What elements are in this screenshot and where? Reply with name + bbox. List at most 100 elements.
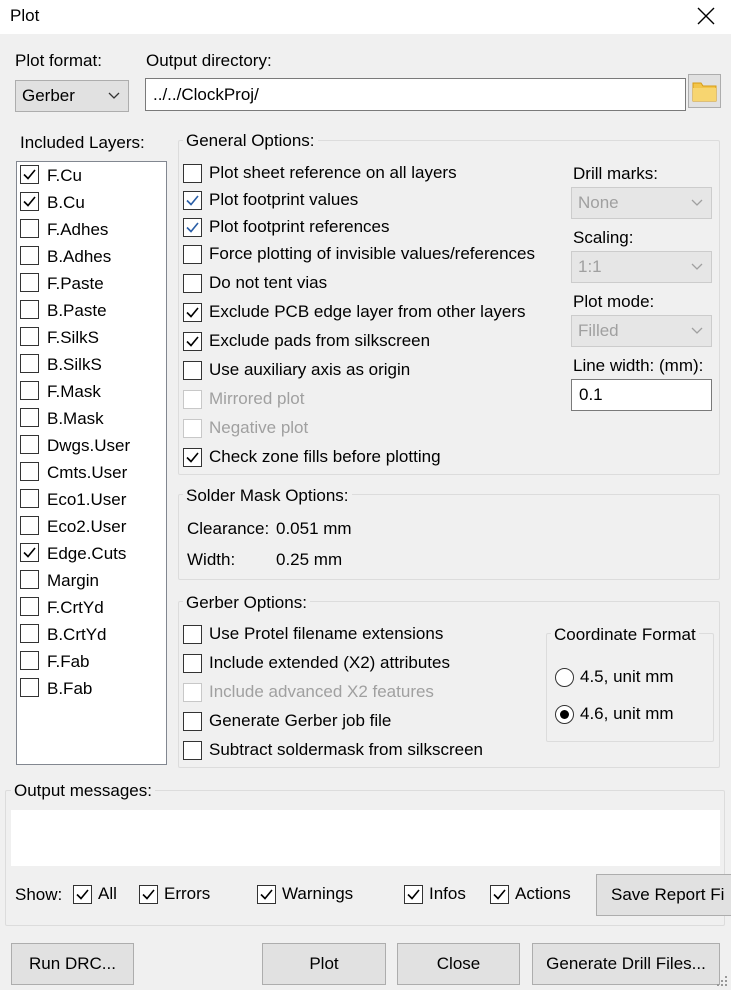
layer-item[interactable]: F.Fab <box>17 648 166 675</box>
option-label: Include extended (X2) attributes <box>209 653 450 672</box>
layer-checkbox[interactable] <box>20 516 39 535</box>
radio-button[interactable] <box>555 668 574 687</box>
run-drc-button[interactable]: Run DRC... <box>11 943 134 985</box>
layer-checkbox[interactable] <box>20 597 39 616</box>
option-checkbox[interactable] <box>183 245 202 264</box>
filter-checkbox[interactable] <box>73 885 92 904</box>
width-value: 0.25 mm <box>276 550 343 569</box>
scaling-value: 1:1 <box>578 257 602 276</box>
layer-label: F.Cu <box>47 166 82 185</box>
layer-item[interactable]: B.Cu <box>17 189 166 216</box>
option-checkbox[interactable] <box>183 164 202 183</box>
plot-format-select[interactable]: Gerber <box>15 80 129 112</box>
coordinate-format-group <box>546 633 714 742</box>
checkmark-icon <box>186 307 199 318</box>
radio-dot <box>560 710 569 719</box>
plot-format-label: Plot format: <box>15 51 102 70</box>
gerber-options-title: Gerber Options: <box>183 593 310 613</box>
option-label: Check zone fills before plotting <box>209 447 441 466</box>
layer-item[interactable]: B.Adhes <box>17 243 166 270</box>
layer-checkbox[interactable] <box>20 462 39 481</box>
line-width-input[interactable] <box>571 379 712 411</box>
layer-checkbox[interactable] <box>20 435 39 454</box>
option-checkbox[interactable] <box>183 448 202 467</box>
layer-checkbox[interactable] <box>20 624 39 643</box>
layer-checkbox[interactable] <box>20 678 39 697</box>
option-label: Exclude pads from silkscreen <box>209 331 431 350</box>
layer-checkbox[interactable] <box>20 246 39 265</box>
layer-item[interactable]: Eco2.User <box>17 513 166 540</box>
layer-checkbox[interactable] <box>20 381 39 400</box>
option-label: Include advanced X2 features <box>209 682 434 701</box>
output-directory-input[interactable] <box>145 78 686 111</box>
option-checkbox[interactable] <box>183 741 202 760</box>
layer-item[interactable]: F.Cu <box>17 162 166 189</box>
filter-label: Errors <box>164 884 211 903</box>
checkmark-icon <box>260 889 273 900</box>
layer-checkbox[interactable] <box>20 300 39 319</box>
chevron-down-icon <box>691 199 703 206</box>
option-label: Subtract soldermask from silkscreen <box>209 740 483 759</box>
close-button[interactable]: Close <box>397 943 520 985</box>
radio-label: 4.5, unit mm <box>580 667 674 686</box>
layer-checkbox[interactable] <box>20 408 39 427</box>
browse-directory-button[interactable] <box>688 74 721 108</box>
layer-checkbox[interactable] <box>20 219 39 238</box>
layer-item[interactable]: F.CrtYd <box>17 594 166 621</box>
generate-drill-files-button[interactable]: Generate Drill Files... <box>532 943 720 985</box>
layer-item[interactable]: F.Paste <box>17 270 166 297</box>
chevron-down-icon <box>691 327 703 334</box>
layer-checkbox[interactable] <box>20 543 39 562</box>
filter-checkbox[interactable] <box>490 885 509 904</box>
layer-checkbox[interactable] <box>20 651 39 670</box>
save-report-button[interactable]: Save Report Fi <box>596 874 731 916</box>
layer-checkbox[interactable] <box>20 327 39 346</box>
option-checkbox[interactable] <box>183 625 202 644</box>
layer-item[interactable]: B.CrtYd <box>17 621 166 648</box>
layer-checkbox[interactable] <box>20 192 39 211</box>
layer-checkbox[interactable] <box>20 354 39 373</box>
coordinate-format-title: Coordinate Format <box>551 625 699 645</box>
option-checkbox[interactable] <box>183 191 202 210</box>
option-label: Use Protel filename extensions <box>209 624 444 643</box>
option-label: Exclude PCB edge layer from other layers <box>209 302 526 321</box>
layer-checkbox[interactable] <box>20 489 39 508</box>
filter-checkbox[interactable] <box>404 885 423 904</box>
option-checkbox[interactable] <box>183 218 202 237</box>
plot-button[interactable]: Plot <box>262 943 386 985</box>
layer-item[interactable]: F.SilkS <box>17 324 166 351</box>
option-checkbox[interactable] <box>183 303 202 322</box>
layer-checkbox[interactable] <box>20 273 39 292</box>
layer-item[interactable]: B.Paste <box>17 297 166 324</box>
filter-checkbox[interactable] <box>139 885 158 904</box>
layer-item[interactable]: B.SilkS <box>17 351 166 378</box>
resize-grip-icon[interactable] <box>716 975 728 987</box>
filter-checkbox[interactable] <box>257 885 276 904</box>
radio-button[interactable] <box>555 705 574 724</box>
layer-item[interactable]: B.Fab <box>17 675 166 702</box>
close-window-button[interactable] <box>694 4 718 28</box>
layer-item[interactable]: Edge.Cuts <box>17 540 166 567</box>
option-checkbox[interactable] <box>183 712 202 731</box>
option-checkbox[interactable] <box>183 274 202 293</box>
layer-item[interactable]: Eco1.User <box>17 486 166 513</box>
layer-label: Margin <box>47 571 99 590</box>
option-checkbox[interactable] <box>183 332 202 351</box>
layer-item[interactable]: Margin <box>17 567 166 594</box>
option-checkbox[interactable] <box>183 654 202 673</box>
layers-listbox[interactable]: F.Cu B.Cu F.Adhes B.Adhes F.Paste B.Paste F.Si… <box>16 161 167 765</box>
layer-item[interactable]: Cmts.User <box>17 459 166 486</box>
layer-checkbox[interactable] <box>20 165 39 184</box>
option-checkbox <box>183 390 202 409</box>
messages-textarea[interactable] <box>11 810 720 866</box>
drill-marks-label: Drill marks: <box>573 164 658 183</box>
layer-checkbox[interactable] <box>20 570 39 589</box>
layer-item[interactable]: Dwgs.User <box>17 432 166 459</box>
layer-label: Eco2.User <box>47 517 127 536</box>
layer-item[interactable]: B.Mask <box>17 405 166 432</box>
option-checkbox[interactable] <box>183 361 202 380</box>
general-options-title: General Options: <box>183 131 318 151</box>
layer-item[interactable]: F.Adhes <box>17 216 166 243</box>
output-directory-label: Output directory: <box>146 51 272 70</box>
layer-item[interactable]: F.Mask <box>17 378 166 405</box>
